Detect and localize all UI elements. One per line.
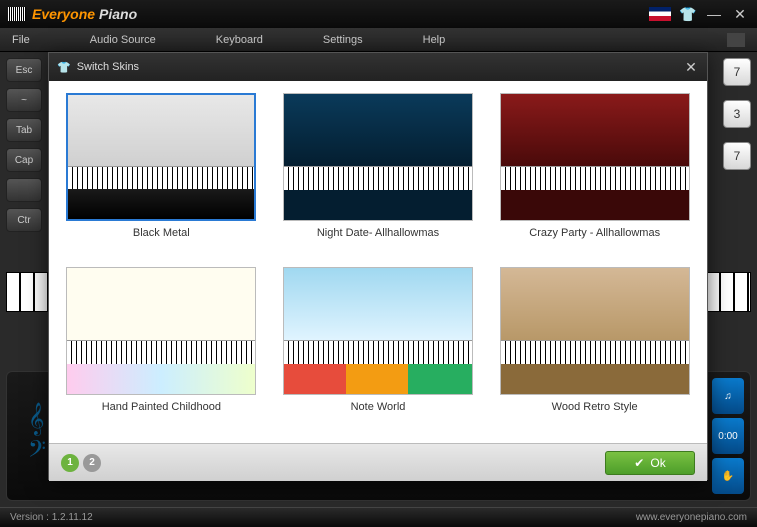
skin-name-label: Hand Painted Childhood	[102, 401, 221, 413]
skin-name-label: Wood Retro Style	[552, 401, 638, 413]
skin-thumbnail	[283, 93, 473, 221]
skin-thumbnail	[66, 93, 256, 221]
check-icon: ✔	[634, 456, 644, 470]
modal-backdrop: 👕 Switch Skins ✕ Black Metal Night Date- …	[0, 0, 757, 527]
page-1[interactable]: 1	[61, 454, 79, 472]
shirt-icon: 👕	[57, 61, 71, 74]
modal-header: 👕 Switch Skins ✕	[49, 53, 707, 81]
skin-name-label: Crazy Party - Allhallowmas	[529, 227, 660, 239]
switch-skins-modal: 👕 Switch Skins ✕ Black Metal Night Date- …	[48, 52, 708, 480]
skin-item-1[interactable]: Night Date- Allhallowmas	[278, 93, 479, 257]
version-label: Version :	[10, 512, 49, 523]
modal-close-button[interactable]: ✕	[683, 59, 699, 75]
skin-name-label: Night Date- Allhallowmas	[317, 227, 439, 239]
page-2[interactable]: 2	[83, 454, 101, 472]
skin-thumbnail	[66, 267, 256, 395]
skin-name-label: Note World	[351, 401, 406, 413]
skin-thumbnail	[283, 267, 473, 395]
ok-button[interactable]: ✔ Ok	[605, 451, 695, 475]
modal-title: Switch Skins	[77, 61, 139, 73]
website-url[interactable]: www.everyonepiano.com	[636, 512, 747, 523]
modal-footer: 12 ✔ Ok	[49, 443, 707, 481]
skin-item-0[interactable]: Black Metal	[61, 93, 262, 257]
skin-name-label: Black Metal	[133, 227, 190, 239]
statusbar: Version : 1.2.11.12 www.everyonepiano.co…	[0, 507, 757, 527]
skin-grid: Black Metal Night Date- Allhallowmas Crazy…	[49, 81, 707, 443]
skin-thumbnail	[500, 93, 690, 221]
skin-item-2[interactable]: Crazy Party - Allhallowmas	[494, 93, 695, 257]
skin-item-3[interactable]: Hand Painted Childhood	[61, 267, 262, 431]
pagination: 12	[61, 454, 101, 472]
skin-item-4[interactable]: Note World	[278, 267, 479, 431]
skin-thumbnail	[500, 267, 690, 395]
skin-item-5[interactable]: Wood Retro Style	[494, 267, 695, 431]
version-value: 1.2.11.12	[52, 512, 93, 523]
ok-label: Ok	[650, 456, 665, 470]
